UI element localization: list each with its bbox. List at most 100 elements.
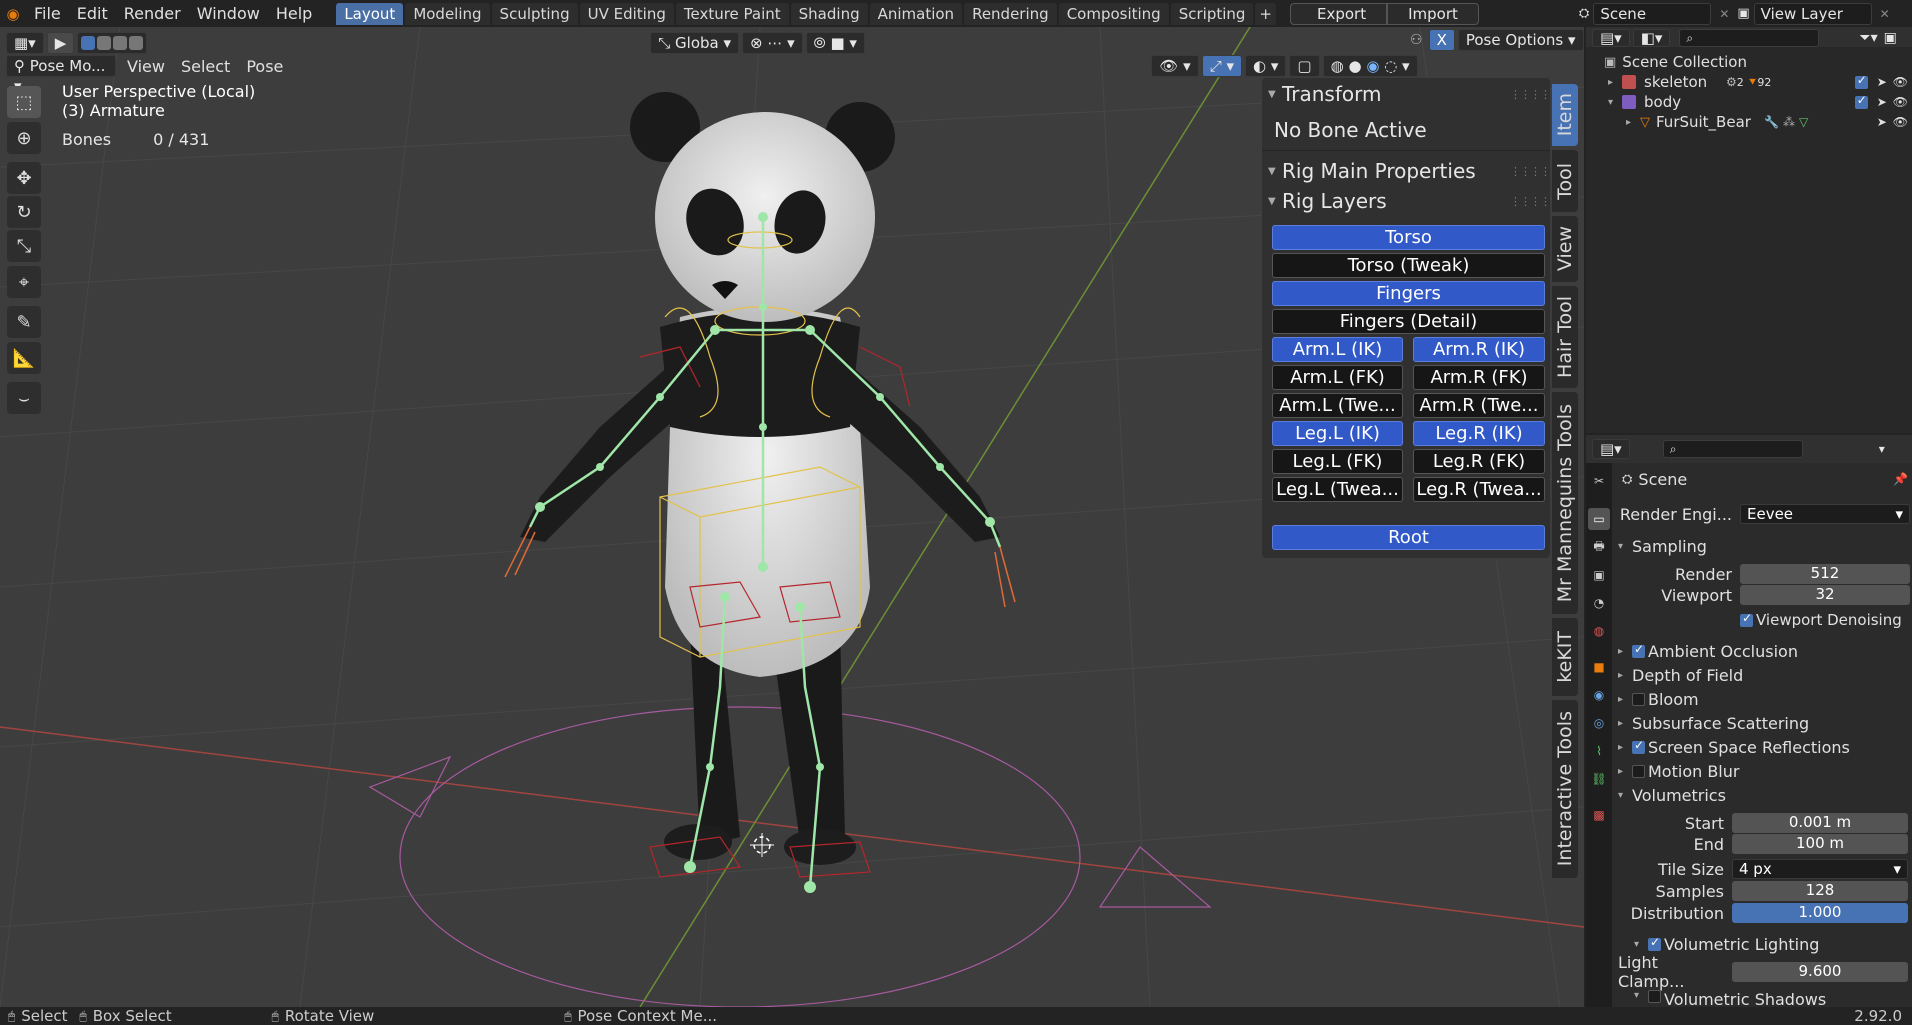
- exclude-checkbox[interactable]: [1854, 73, 1868, 89]
- tab-kekit[interactable]: keKIT: [1552, 618, 1578, 696]
- tab-sculpting[interactable]: Sculpting: [491, 2, 578, 25]
- cursor-tool-button[interactable]: ⊕: [7, 122, 41, 154]
- overlay-toggle[interactable]: ◐ ▾: [1245, 55, 1287, 77]
- view-layer-selector[interactable]: View Layer: [1753, 2, 1872, 25]
- tab-uv-editing[interactable]: UV Editing: [579, 2, 674, 25]
- import-button[interactable]: Import: [1387, 2, 1479, 25]
- motion-blur-row[interactable]: ▸ Motion Blur: [1618, 760, 1739, 782]
- rig-layer-root[interactable]: Root: [1272, 525, 1545, 550]
- editor-type-button[interactable]: ▦▾: [6, 31, 44, 54]
- rig-layer-arm-l-ik[interactable]: Arm.L (IK): [1272, 337, 1403, 362]
- menu-file[interactable]: File: [26, 0, 69, 27]
- rig-layer-torso[interactable]: Torso: [1272, 225, 1545, 250]
- tab-tool[interactable]: Tool: [1552, 150, 1578, 212]
- rig-layer-leg-l-tweak[interactable]: Leg.L (Twea...: [1272, 477, 1403, 502]
- tab-item[interactable]: Item: [1552, 84, 1578, 146]
- light-clamp-field[interactable]: 9.600: [1732, 962, 1908, 982]
- pose-tool-button[interactable]: ⌣: [7, 382, 41, 414]
- scene-tab-icon[interactable]: ◔: [1588, 592, 1610, 614]
- select-box-mode-buttons[interactable]: [77, 31, 148, 54]
- ambient-occlusion-row[interactable]: ▸Ambient Occlusion: [1618, 640, 1798, 662]
- add-workspace-button[interactable]: +: [1255, 2, 1276, 25]
- outliner-row-body[interactable]: ▾ body ➤ 👁: [1608, 92, 1908, 112]
- viewport-denoising-checkbox[interactable]: [1740, 611, 1753, 627]
- rig-layer-leg-r-fk[interactable]: Leg.R (FK): [1413, 449, 1545, 474]
- rig-layer-leg-l-ik[interactable]: Leg.L (IK): [1272, 421, 1403, 446]
- tab-view[interactable]: View: [1552, 216, 1578, 282]
- outliner-row-fursuit-bear[interactable]: ▸ ▽ FurSuit_Bear 🔧 ⁂ ▽ ➤ 👁: [1626, 112, 1908, 132]
- blender-logo-icon[interactable]: ◉: [0, 5, 26, 23]
- view-layer-tab-icon[interactable]: ▣: [1588, 564, 1610, 586]
- exclude-checkbox[interactable]: [1854, 93, 1868, 109]
- close-icon[interactable]: ✕: [1880, 7, 1890, 21]
- volumetric-lighting-row[interactable]: ▾Volumetric Lighting: [1634, 933, 1819, 955]
- new-collection-icon[interactable]: ▣: [1884, 30, 1897, 46]
- modifier-tab-icon[interactable]: ◉: [1588, 684, 1610, 706]
- xray-toggle[interactable]: ▢: [1289, 55, 1320, 77]
- tab-compositing[interactable]: Compositing: [1058, 2, 1169, 25]
- rig-layer-leg-l-fk[interactable]: Leg.L (FK): [1272, 449, 1403, 474]
- outliner-row-scene-collection[interactable]: ▣ Scene Collection: [1604, 52, 1747, 72]
- depth-of-field-row[interactable]: ▸ Depth of Field: [1618, 664, 1743, 686]
- annotate-tool-button[interactable]: ✎: [7, 306, 41, 338]
- tab-modeling[interactable]: Modeling: [405, 2, 490, 25]
- volumetric-lighting-checkbox[interactable]: [1648, 935, 1661, 951]
- tab-animation[interactable]: Animation: [869, 2, 963, 25]
- transform-orientation-dropdown[interactable]: ⤡ Globa ▾: [650, 31, 740, 54]
- gizmo-toggle[interactable]: ⤢ ▾: [1201, 55, 1243, 77]
- sampling-header[interactable]: ▾ Sampling: [1618, 535, 1707, 557]
- select-mode-icon[interactable]: ▶: [46, 31, 75, 54]
- expand-icon[interactable]: ▸: [1626, 117, 1640, 128]
- pivot-point-dropdown[interactable]: ⊗ ⋯ ▾: [742, 31, 803, 54]
- rig-layer-arm-l-tweak[interactable]: Arm.L (Twe...: [1272, 393, 1403, 418]
- rig-layer-fingers-detail[interactable]: Fingers (Detail): [1272, 309, 1545, 334]
- filter-icon[interactable]: ⏷▾: [1859, 30, 1877, 46]
- rig-layer-arm-r-tweak[interactable]: Arm.R (Twe...: [1413, 393, 1545, 418]
- rotate-tool-button[interactable]: ↻: [7, 196, 41, 228]
- snap-toggle[interactable]: ⦾ ■ ▾: [805, 31, 865, 54]
- transform-panel-header[interactable]: ▼ Transform ⋮⋮⋮⋮: [1268, 80, 1551, 108]
- outliner-row-skeleton[interactable]: ▸ skeleton ⚙2 ⯆92 ➤ 👁: [1608, 72, 1908, 92]
- tab-scripting[interactable]: Scripting: [1170, 2, 1254, 25]
- rig-layer-leg-r-ik[interactable]: Leg.R (IK): [1413, 421, 1545, 446]
- physics-tab-icon[interactable]: ⌇: [1588, 740, 1610, 762]
- rig-layer-torso-tweak[interactable]: Torso (Tweak): [1272, 253, 1545, 278]
- rig-layer-fingers[interactable]: Fingers: [1272, 281, 1545, 306]
- menu-view[interactable]: View: [119, 57, 173, 76]
- bloom-checkbox[interactable]: [1632, 692, 1645, 706]
- rig-main-properties-header[interactable]: ▼ Rig Main Properties ⋮⋮⋮⋮: [1268, 157, 1551, 185]
- outliner-editor-type-button[interactable]: ▤▾: [1592, 29, 1630, 47]
- subsurface-scattering-row[interactable]: ▸ Subsurface Scattering: [1618, 712, 1809, 734]
- bloom-row[interactable]: ▸ Bloom: [1618, 688, 1699, 710]
- render-engine-dropdown[interactable]: Eevee ▾: [1740, 504, 1910, 524]
- pin-icon[interactable]: 📌: [1893, 472, 1908, 486]
- measure-tool-button[interactable]: 📐: [7, 342, 41, 374]
- export-button[interactable]: Export: [1290, 2, 1388, 25]
- output-tab-icon[interactable]: 🖶: [1588, 536, 1610, 558]
- eye-icon[interactable]: 👁: [1893, 95, 1908, 109]
- render-samples-field[interactable]: 512: [1740, 564, 1910, 584]
- ambient-occlusion-checkbox[interactable]: [1632, 642, 1645, 658]
- move-tool-button[interactable]: ✥: [7, 162, 41, 194]
- world-tab-icon[interactable]: ◍: [1588, 620, 1610, 642]
- volumetric-shadows-checkbox[interactable]: [1648, 990, 1661, 1003]
- x-mirror-toggle[interactable]: X: [1428, 29, 1455, 51]
- tab-shading[interactable]: Shading: [790, 2, 868, 25]
- drag-grip-icon[interactable]: ⋮⋮⋮⋮: [1510, 165, 1551, 178]
- close-icon[interactable]: ✕: [1719, 7, 1729, 21]
- rig-layer-arm-r-fk[interactable]: Arm.R (FK): [1413, 365, 1545, 390]
- vol-end-field[interactable]: 100 m: [1732, 834, 1908, 854]
- eye-icon[interactable]: 👁: [1893, 115, 1908, 129]
- rig-layers-header[interactable]: ▼ Rig Layers ⋮⋮⋮⋮: [1268, 187, 1551, 215]
- tab-interactive-tools[interactable]: Interactive Tools: [1552, 700, 1578, 878]
- motion-blur-checkbox[interactable]: [1632, 764, 1645, 778]
- menu-help[interactable]: Help: [268, 0, 320, 27]
- tab-texture-paint[interactable]: Texture Paint: [675, 2, 789, 25]
- menu-select[interactable]: Select: [173, 57, 238, 76]
- scene-selector[interactable]: Scene: [1593, 2, 1712, 25]
- menu-edit[interactable]: Edit: [69, 0, 116, 27]
- volumetrics-header[interactable]: ▾ Volumetrics: [1618, 784, 1726, 806]
- shading-mode-buttons[interactable]: ◍ ● ◉ ◌ ▾: [1322, 55, 1418, 77]
- outliner-search-input[interactable]: ⌕: [1679, 29, 1820, 47]
- menu-pose[interactable]: Pose: [238, 57, 291, 76]
